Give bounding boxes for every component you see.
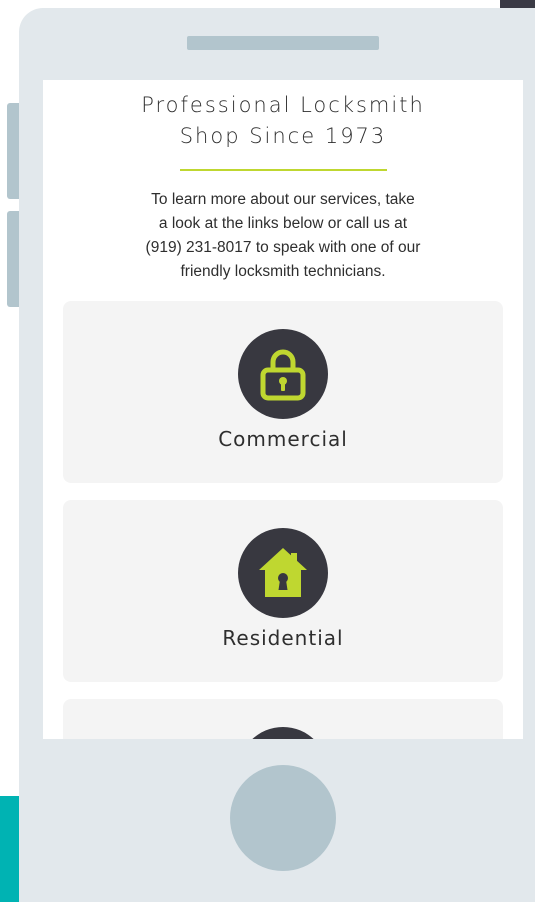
page-title: Professional Locksmith Shop Since 1973	[43, 90, 523, 152]
title-underline	[180, 169, 387, 171]
phone-speaker	[187, 36, 379, 50]
service-card-third[interactable]	[63, 699, 503, 739]
page-title-line-1: Professional Locksmith	[141, 93, 425, 117]
service-icon	[238, 727, 328, 739]
padlock-icon	[260, 349, 306, 401]
intro-line-2: a look at the links below or call us at	[158, 215, 408, 232]
intro-text: To learn more about our services, take a…	[123, 188, 443, 284]
commercial-icon-circle	[238, 329, 328, 419]
house-keyhole-icon	[259, 548, 307, 597]
page-title-line-2: Shop Since 1973	[179, 124, 387, 148]
residential-icon-circle	[238, 528, 328, 618]
intro-line-1: To learn more about our services, take	[151, 191, 415, 208]
service-card-label: Commercial	[218, 427, 348, 451]
page: Professional Locksmith Shop Since 1973 T…	[0, 0, 535, 902]
intro-line-4: friendly locksmith technicians.	[180, 263, 386, 280]
intro-line-3: (919) 231-8017 to speak with one of our	[145, 239, 421, 256]
phone-home-button	[230, 765, 336, 871]
service-card-residential[interactable]: Residential	[63, 500, 503, 682]
service-card-label: Residential	[222, 626, 344, 650]
service-card-commercial[interactable]: Commercial	[63, 301, 503, 483]
phone-screen: Professional Locksmith Shop Since 1973 T…	[43, 80, 523, 739]
